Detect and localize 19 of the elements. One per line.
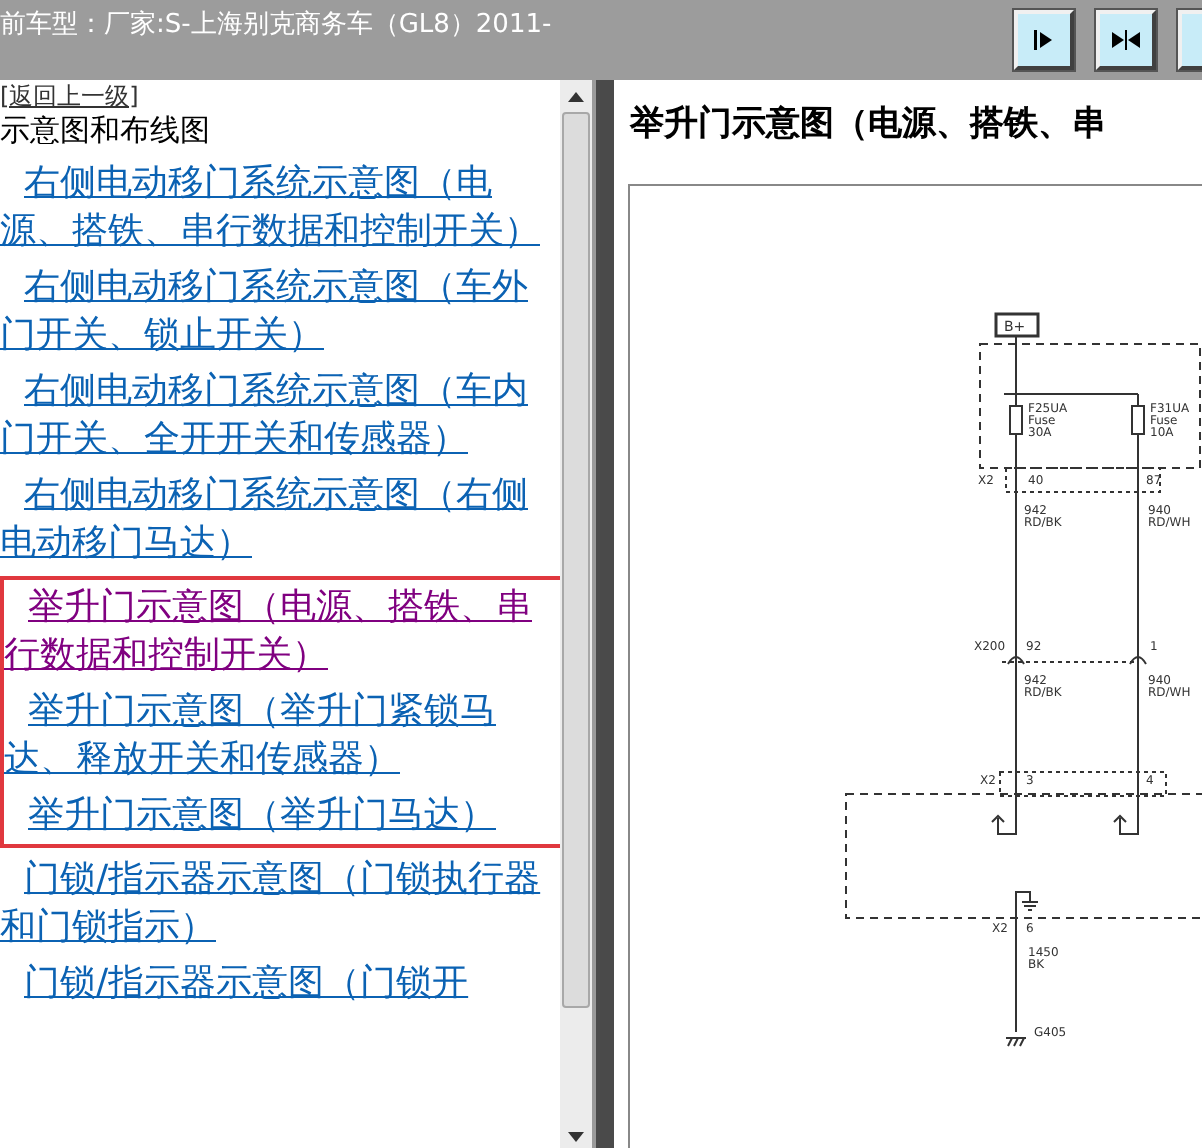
topic-link[interactable]: 门锁/指示器示意图（门锁开	[0, 956, 560, 1012]
scroll-thumb[interactable]	[562, 112, 590, 1008]
section-heading: 示意图和布线图	[0, 110, 212, 150]
topic-link[interactable]: 举升门示意图（举升门紧锁马达、释放开关和传感器）	[4, 684, 560, 788]
topic-link[interactable]: 右侧电动移门系统示意图（右侧电动移门马达）	[0, 468, 560, 572]
arrow-right-icon	[1034, 28, 1054, 52]
scrollbar[interactable]	[560, 80, 592, 1148]
toolbar-button[interactable]	[1096, 10, 1156, 70]
diagram-title: 举升门示意图（电源、搭铁、串	[630, 102, 1108, 146]
vehicle-title: 前车型：厂家:S-上海别克商务车（GL8）2011-	[0, 8, 552, 44]
topic-link[interactable]: 举升门示意图（电源、搭铁、串行数据和控制开关）	[4, 580, 560, 684]
topic-link[interactable]: 右侧电动移门系统示意图（车外门开关、锁止开关）	[0, 260, 560, 364]
topic-link[interactable]: 右侧电动移门系统示意图（电源、搭铁、串行数据和控制开关）	[0, 156, 560, 260]
back-link[interactable]: [返回上一级]	[0, 82, 560, 110]
topic-link[interactable]: 门锁/指示器示意图（门锁执行器和门锁指示）	[0, 852, 560, 956]
topic-link[interactable]: 举升门示意图（举升门马达）	[4, 788, 560, 844]
arrows-inward-icon	[1112, 28, 1140, 52]
toolbar-button[interactable]	[1014, 10, 1074, 70]
topic-link[interactable]: 右侧电动移门系统示意图（车内门开关、全开开关和传感器）	[0, 364, 560, 468]
